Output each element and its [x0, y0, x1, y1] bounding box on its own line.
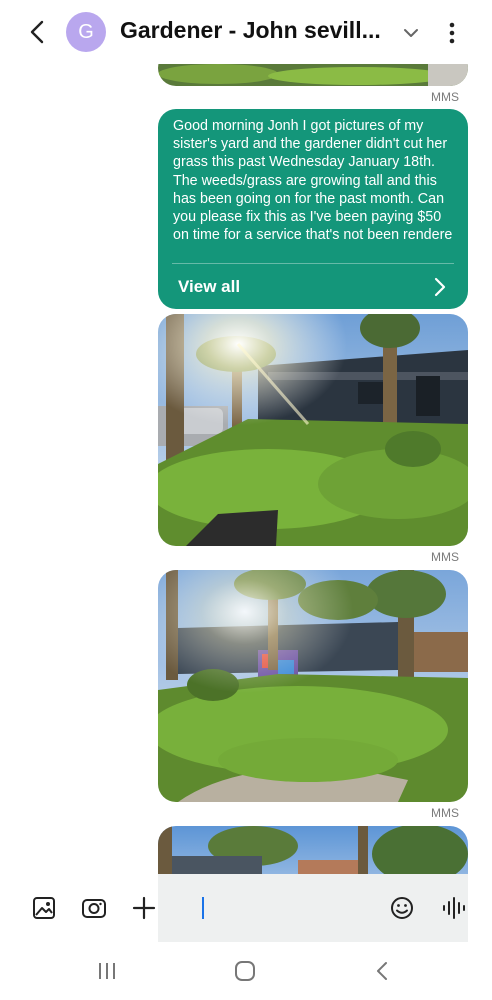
gallery-icon[interactable]	[30, 894, 58, 922]
mms-label: MMS	[431, 90, 459, 104]
divider	[172, 263, 454, 264]
mms-image[interactable]	[158, 314, 468, 546]
yard-photo	[158, 314, 468, 546]
chevron-right-icon[interactable]	[432, 276, 448, 298]
back-arrow-icon[interactable]	[22, 16, 54, 48]
message-body: Good morning Jonh I got pictures of my s…	[173, 118, 453, 244]
yard-photo	[158, 570, 468, 802]
recent-apps-icon[interactable]	[94, 958, 120, 984]
text-cursor	[202, 897, 204, 919]
mms-label: MMS	[431, 550, 459, 564]
text-message-bubble[interactable]: Good morning Jonh I got pictures of my s…	[158, 109, 468, 309]
voice-icon[interactable]	[440, 894, 468, 922]
mms-image[interactable]	[158, 570, 468, 802]
message-input[interactable]	[158, 874, 468, 942]
camera-icon[interactable]	[80, 894, 108, 922]
avatar[interactable]: G	[66, 12, 106, 52]
back-icon[interactable]	[370, 958, 396, 984]
conversation-header: G Gardener - John sevill...	[0, 0, 492, 64]
message-thread[interactable]: MMS Good morning Jonh I got pictures of …	[0, 0, 492, 1000]
system-navigation-bar	[0, 942, 492, 1000]
home-icon[interactable]	[232, 958, 258, 984]
plus-icon[interactable]	[130, 894, 158, 922]
view-all-button[interactable]: View all	[178, 277, 240, 297]
mms-label: MMS	[431, 806, 459, 820]
chevron-down-icon[interactable]	[398, 20, 424, 46]
more-vertical-icon[interactable]	[440, 18, 464, 48]
emoji-icon[interactable]	[388, 894, 416, 922]
contact-name[interactable]: Gardener - John sevill...	[120, 17, 390, 44]
message-composer	[0, 874, 492, 942]
